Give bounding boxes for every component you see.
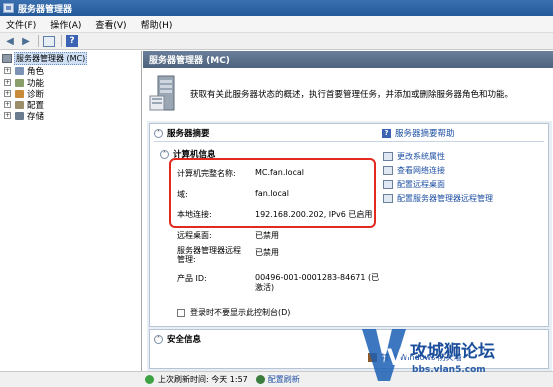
window-title: 服务器管理器 xyxy=(18,4,73,15)
checkbox-label: 登录时不要显示此控制台(D) xyxy=(190,308,291,317)
dont-show-at-logon-checkbox[interactable] xyxy=(177,308,185,317)
remote-desktop-label: 远程桌面: xyxy=(177,231,212,240)
features-icon xyxy=(15,78,24,87)
help-icon: ? xyxy=(382,128,391,138)
back-arrow-icon[interactable]: ◀ xyxy=(3,35,17,48)
refresh-status-icon xyxy=(145,375,154,384)
server-tower-icon xyxy=(149,75,175,111)
expand-icon[interactable]: + xyxy=(4,90,11,97)
dont-show-at-logon-option[interactable]: 登录时不要显示此控制台(D) xyxy=(177,307,290,318)
tree-item-diagnostics[interactable]: + 诊断 xyxy=(4,88,44,100)
toolbar-separator xyxy=(38,35,39,47)
tree-item-label: 存储 xyxy=(27,111,45,122)
remote-management-icon xyxy=(383,194,393,203)
domain-label: 域: xyxy=(177,190,188,199)
forum-watermark: V5 攻城狮论坛 bbs.vlan5.com xyxy=(358,323,553,387)
local-connection-label: 本地连接: xyxy=(177,210,212,219)
toolbar-separator xyxy=(61,35,62,47)
server-summary-help-link[interactable]: ? 服务器摘要帮助 xyxy=(382,127,455,139)
title-bar: 服务器管理器 xyxy=(0,0,553,16)
overview-description: 获取有关此服务器状态的概述，执行首要管理任务，并添加或删除服务器角色和功能。 xyxy=(190,90,514,100)
tree-item-configuration[interactable]: + 配置 xyxy=(4,99,44,111)
remote-desktop-icon xyxy=(383,180,393,189)
task-label: 更改系统属性 xyxy=(397,152,445,161)
toolbar: ◀ ▶ ? xyxy=(0,33,553,50)
section-divider xyxy=(154,141,544,142)
remote-management-label: 服务器管理器远程管理: xyxy=(177,246,241,264)
domain-value: fan.local xyxy=(255,189,289,198)
view-network-connections-link[interactable]: 查看网络连接 xyxy=(383,165,445,176)
expand-icon[interactable]: + xyxy=(4,101,11,108)
help-button[interactable]: ? xyxy=(65,35,79,48)
task-label: 配置远程桌面 xyxy=(397,180,445,189)
configure-refresh-link[interactable]: 配置刷新 xyxy=(268,374,300,385)
product-id-value: 00496-001-0001283-84671 (已激活) xyxy=(255,273,380,292)
configure-remote-management-link[interactable]: 配置服务器管理器远程管理 xyxy=(383,193,493,204)
expand-icon[interactable]: + xyxy=(4,112,11,119)
task-label: 查看网络连接 xyxy=(397,166,445,175)
server-summary-section: ˄ 服务器摘要 ? 服务器摘要帮助 ˄ 计算机信息 计算机完整名称: MC.fa… xyxy=(149,123,549,327)
roles-icon xyxy=(15,66,24,75)
menu-view[interactable]: 查看(V) xyxy=(95,18,126,31)
tree-root-server-manager[interactable]: 服务器管理器 (MC) xyxy=(2,52,88,65)
help-link-label: 服务器摘要帮助 xyxy=(395,129,455,139)
security-info-header[interactable]: ˄ 安全信息 xyxy=(154,333,201,345)
product-id-label: 产品 ID: xyxy=(177,274,207,283)
tree-item-features[interactable]: + 功能 xyxy=(4,77,44,89)
configuration-icon xyxy=(15,100,24,109)
v5-logo-icon: V5 xyxy=(362,329,410,381)
storage-icon xyxy=(15,111,24,120)
refresh-icon xyxy=(255,375,265,384)
task-label: 配置服务器管理器远程管理 xyxy=(397,194,493,203)
tree-item-roles[interactable]: + 角色 xyxy=(4,65,45,77)
security-info-title: 安全信息 xyxy=(167,335,202,345)
logo-mark-text: V5 xyxy=(387,346,410,371)
collapse-icon[interactable]: ˄ xyxy=(160,149,169,159)
details-header: 服务器管理器 (MC) xyxy=(143,51,553,68)
server-summary-title: 服务器摘要 xyxy=(167,129,210,139)
tree-item-storage[interactable]: + 存储 xyxy=(4,110,45,122)
console-tree-icon xyxy=(43,35,55,47)
network-connections-icon xyxy=(383,166,393,175)
tree-item-label: 角色 xyxy=(27,66,45,77)
expand-icon[interactable]: + xyxy=(4,67,11,74)
watermark-url: bbs.vlan5.com xyxy=(412,365,486,375)
show-hide-tree-button[interactable] xyxy=(42,35,56,48)
help-icon: ? xyxy=(66,35,78,47)
local-connection-value: 192.168.200.202, IPv6 已启用 xyxy=(255,210,373,219)
console-tree: 服务器管理器 (MC) + 角色 + 功能 + 诊断 + 配置 + 存储 xyxy=(0,51,142,371)
forward-arrow-icon[interactable]: ▶ xyxy=(19,35,33,48)
change-system-properties-link[interactable]: 更改系统属性 xyxy=(383,151,445,162)
watermark-title: 攻城狮论坛 xyxy=(410,342,495,362)
collapse-icon[interactable]: ˄ xyxy=(154,334,163,344)
overview-banner: 获取有关此服务器状态的概述，执行首要管理任务，并添加或删除服务器角色和功能。 xyxy=(143,68,553,120)
fullname-value: MC.fan.local xyxy=(255,168,305,177)
collapse-icon[interactable]: ˄ xyxy=(154,128,163,138)
remote-desktop-value: 已禁用 xyxy=(255,231,279,240)
server-summary-header[interactable]: ˄ 服务器摘要 xyxy=(154,127,210,139)
configure-remote-desktop-link[interactable]: 配置远程桌面 xyxy=(383,179,445,190)
menu-bar: 文件(F) 操作(A) 查看(V) 帮助(H) xyxy=(0,16,553,33)
fullname-label: 计算机完整名称: xyxy=(177,169,236,178)
menu-help[interactable]: 帮助(H) xyxy=(141,18,173,31)
system-properties-icon xyxy=(383,152,393,161)
tree-root-label: 服务器管理器 (MC) xyxy=(14,52,88,65)
diagnostics-icon xyxy=(15,89,24,98)
server-manager-icon xyxy=(3,3,14,13)
remote-management-value: 已禁用 xyxy=(255,248,279,257)
last-refresh-text: 上次刷新时间: 今天 1:57 xyxy=(158,375,248,384)
menu-file[interactable]: 文件(F) xyxy=(6,18,36,31)
menu-action[interactable]: 操作(A) xyxy=(50,18,81,31)
expand-icon[interactable]: + xyxy=(4,79,11,86)
server-icon xyxy=(2,54,12,63)
